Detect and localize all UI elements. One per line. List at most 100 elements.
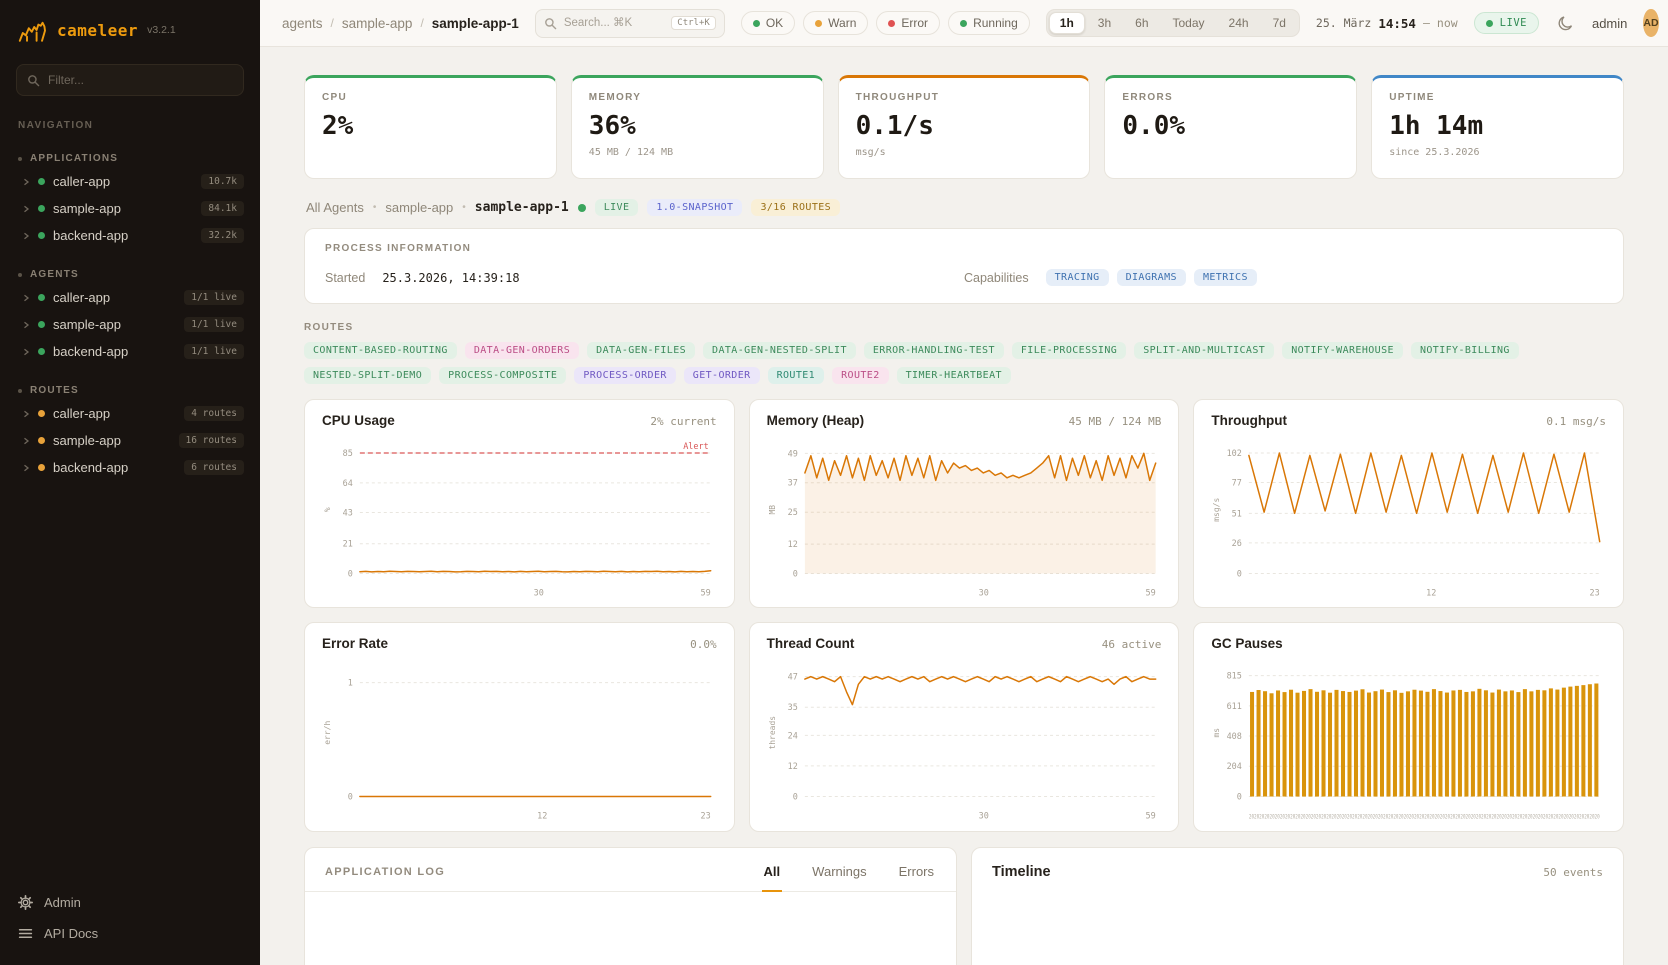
status-filter-ok[interactable]: OK — [741, 11, 795, 35]
sidebar-item-routes-sample-app[interactable]: sample-app16 routes — [0, 427, 260, 454]
section-header-routes[interactable]: ROUTES — [0, 379, 260, 400]
route-badge-route1[interactable]: ROUTE1 — [768, 367, 825, 384]
svg-text:35: 35 — [787, 703, 797, 713]
route-badge-error-handling-test[interactable]: ERROR-HANDLING-TEST — [864, 342, 1004, 359]
route-badge-process-composite[interactable]: PROCESS-COMPOSITE — [439, 367, 566, 384]
section-header-applications[interactable]: APPLICATIONS — [0, 147, 260, 168]
sidebar-item-routes-backend-app[interactable]: backend-app6 routes — [0, 454, 260, 481]
route-badge-notify-warehouse[interactable]: NOTIFY-WAREHOUSE — [1282, 342, 1403, 359]
chart-plot-cpu-usage: 021436485%Alert3059 — [320, 432, 719, 603]
time-range-7d[interactable]: 7d — [1262, 12, 1297, 34]
sidebar-sections: APPLICATIONScaller-app10.7ksample-app84.… — [0, 133, 260, 481]
chart-title: Error Rate — [322, 636, 388, 651]
live-dot — [1486, 20, 1493, 27]
agent-crumb-separator: • — [373, 202, 377, 213]
status-filter-warn[interactable]: Warn — [803, 11, 868, 35]
route-badge-timer-heartbeat[interactable]: TIMER-HEARTBEAT — [897, 367, 1011, 384]
chart-title: Throughput — [1211, 413, 1287, 428]
timeline-panel: Timeline 50 events — [971, 847, 1624, 965]
svg-text:85: 85 — [343, 448, 353, 458]
chart-title: GC Pauses — [1211, 636, 1282, 651]
route-badge-nested-split-demo[interactable]: NESTED-SPLIT-DEMO — [304, 367, 431, 384]
chart-title: Memory (Heap) — [767, 413, 865, 428]
route-badge-split-and-multicast[interactable]: SPLIT-AND-MULTICAST — [1134, 342, 1274, 359]
chevron-right-icon — [22, 464, 30, 472]
log-tab-all[interactable]: All — [762, 864, 783, 892]
time-range-6h[interactable]: 6h — [1124, 12, 1159, 34]
section-header-agents[interactable]: AGENTS — [0, 263, 260, 284]
app-root: cameleer v3.2.1 NAVIGATION APPLICATIONSc… — [0, 0, 1668, 965]
sidebar-item-agents-caller-app[interactable]: caller-app1/1 live — [0, 284, 260, 311]
svg-text:25: 25 — [787, 507, 797, 517]
charts-grid: CPU Usage2% current021436485%Alert3059Me… — [304, 399, 1624, 832]
time-range-24h[interactable]: 24h — [1218, 12, 1260, 34]
status-dot — [38, 464, 45, 471]
sidebar-item-label: caller-app — [53, 406, 110, 421]
route-badge-data-gen-files[interactable]: DATA-GEN-FILES — [587, 342, 695, 359]
chart-header: Error Rate0.0% — [320, 636, 719, 651]
sidebar-item-label: sample-app — [53, 433, 121, 448]
route-badge-data-gen-nested-split[interactable]: DATA-GEN-NESTED-SPLIT — [703, 342, 856, 359]
sidebar-item-meta: 4 routes — [184, 406, 244, 421]
bottom-panels: APPLICATION LOG AllWarningsErrors Timeli… — [304, 847, 1624, 965]
sidebar-item-api-docs[interactable]: API Docs — [18, 926, 242, 941]
date-range-picker[interactable]: 25. März 14:54 — now — [1316, 16, 1458, 31]
chart-title: Thread Count — [767, 636, 855, 651]
live-toggle[interactable]: LIVE — [1474, 12, 1539, 34]
sidebar-item-applications-caller-app[interactable]: caller-app10.7k — [0, 168, 260, 195]
sidebar-item-routes-caller-app[interactable]: caller-app 4 routes — [0, 400, 260, 427]
agent-badge-live: LIVE — [595, 199, 639, 216]
svg-text:24: 24 — [787, 731, 797, 741]
route-badge-content-based-routing[interactable]: CONTENT-BASED-ROUTING — [304, 342, 457, 359]
svg-text:77: 77 — [1232, 478, 1242, 488]
app-logo[interactable]: cameleer v3.2.1 — [0, 0, 260, 50]
svg-text:202020202020202020202020202020: 2020202020202020202020202020202020202020… — [1249, 813, 1600, 821]
sidebar-item-agents-backend-app[interactable]: backend-app1/1 live — [0, 338, 260, 365]
route-badge-route2[interactable]: ROUTE2 — [832, 367, 889, 384]
status-filter-error[interactable]: Error — [876, 11, 940, 35]
global-search-box[interactable]: Ctrl+K — [535, 9, 725, 38]
svg-text:51: 51 — [1232, 508, 1242, 518]
chart-plot-throughput: 0265177102msg/s1223 — [1209, 432, 1608, 603]
sidebar-item-applications-backend-app[interactable]: backend-app 32.2k — [0, 222, 260, 249]
chart-card-memory-heap: Memory (Heap)45 MB / 124 MB012253749MB30… — [749, 399, 1180, 608]
route-badge-process-order[interactable]: PROCESS-ORDER — [574, 367, 675, 384]
stat-card-memory: MEMORY36%45 MB / 124 MB — [571, 75, 824, 179]
stat-label: ERRORS — [1122, 92, 1339, 103]
theme-toggle-button[interactable] — [1555, 13, 1576, 34]
date-label: 25. März — [1316, 16, 1371, 30]
breadcrumb-agents[interactable]: agents — [282, 16, 323, 31]
content: CPU2%MEMORY36%45 MB / 124 MBTHROUGHPUT0.… — [260, 47, 1668, 965]
chevron-right-icon — [22, 348, 30, 356]
status-filter-running[interactable]: Running — [948, 11, 1030, 35]
sidebar-item-agents-sample-app[interactable]: sample-app1/1 live — [0, 311, 260, 338]
svg-text:0: 0 — [348, 792, 353, 802]
chart-header: Thread Count46 active — [765, 636, 1164, 651]
breadcrumb-sample-app[interactable]: sample-app — [342, 16, 413, 31]
sidebar-filter-input[interactable] — [48, 73, 233, 87]
time-range-selector: 1h3h6hToday24h7d — [1046, 9, 1300, 37]
breadcrumb-separator: / — [331, 16, 334, 30]
sidebar-filter-box[interactable] — [16, 64, 244, 96]
time-range-3h[interactable]: 3h — [1087, 12, 1122, 34]
route-badge-data-gen-orders[interactable]: DATA-GEN-ORDERS — [465, 342, 579, 359]
time-range-1h[interactable]: 1h — [1049, 12, 1085, 34]
sidebar-item-admin[interactable]: Admin — [18, 895, 242, 910]
global-search-input[interactable] — [564, 17, 664, 29]
log-tab-errors[interactable]: Errors — [897, 864, 936, 892]
log-tab-warnings[interactable]: Warnings — [810, 864, 868, 892]
main-area: agents/sample-app/sample-app-1 Ctrl+K OK… — [260, 0, 1668, 965]
time-range-today[interactable]: Today — [1162, 12, 1216, 34]
avatar[interactable]: AD — [1643, 9, 1658, 37]
sidebar-item-meta: 32.2k — [201, 228, 244, 243]
agent-crumb-sample-app[interactable]: sample-app — [385, 200, 453, 215]
agent-crumb-all-agents[interactable]: All Agents — [306, 200, 364, 215]
route-badge-get-order[interactable]: GET-ORDER — [684, 367, 760, 384]
route-badge-notify-billing[interactable]: NOTIFY-BILLING — [1411, 342, 1519, 359]
chevron-right-icon — [22, 410, 30, 418]
route-badge-file-processing[interactable]: FILE-PROCESSING — [1012, 342, 1126, 359]
sidebar-item-applications-sample-app[interactable]: sample-app84.1k — [0, 195, 260, 222]
status-dot — [38, 410, 45, 417]
stat-card-cpu: CPU2% — [304, 75, 557, 179]
sidebar-item-label: backend-app — [53, 228, 128, 243]
